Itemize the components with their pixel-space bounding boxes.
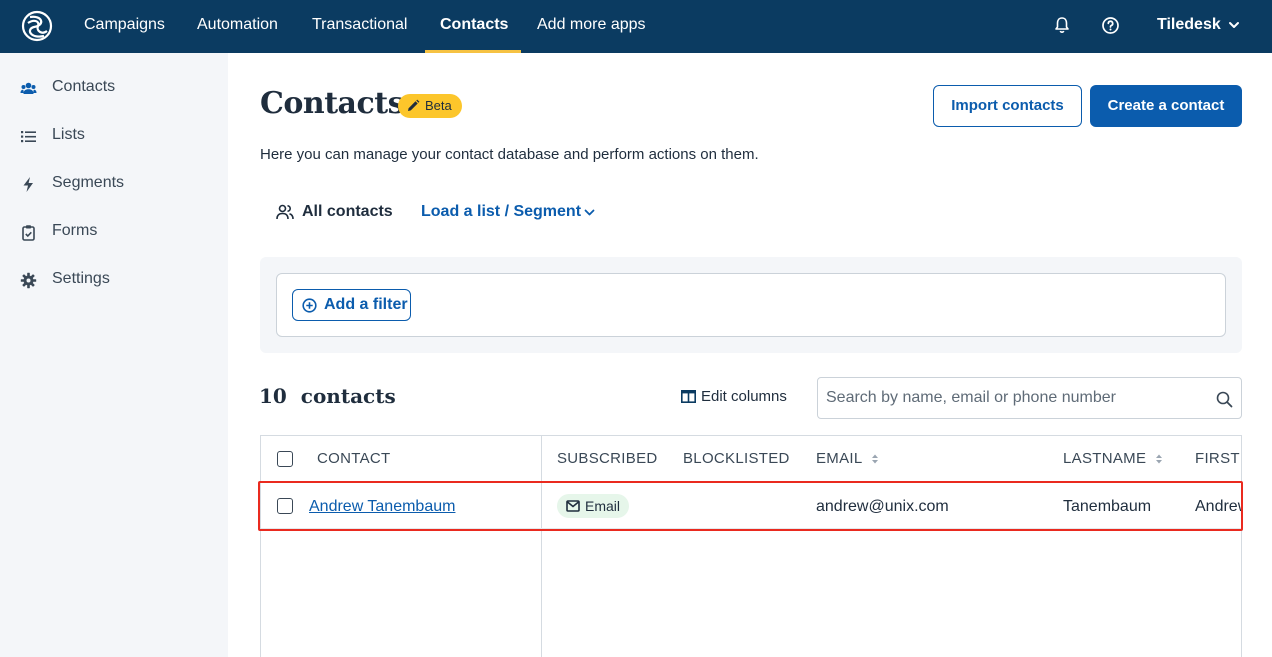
row-checkbox[interactable] (277, 498, 293, 514)
envelope-icon (566, 500, 580, 512)
sort-icon[interactable] (1155, 453, 1163, 465)
firstname-cell: Andrew (1195, 498, 1241, 515)
sort-icon[interactable] (871, 453, 879, 465)
column-header-contact[interactable]: CONTACT (317, 450, 390, 467)
users-icon (20, 82, 37, 94)
sidebar-item-label: Lists (52, 126, 85, 143)
help-icon[interactable] (1101, 16, 1120, 35)
users-outline-icon (276, 204, 294, 220)
search-icon[interactable] (1216, 391, 1233, 408)
account-menu[interactable]: Tiledesk (1157, 0, 1221, 53)
column-header-subscribed[interactable]: SUBSCRIBED (557, 450, 658, 467)
table-header-row: CONTACT SUBSCRIBED BLOCKLISTED EMAIL LAS… (261, 436, 1241, 482)
add-filter-label: Add a filter (324, 296, 408, 313)
subscribed-email-badge: Email (557, 494, 629, 518)
lastname-cell: Tanembaum (1063, 498, 1152, 515)
chevron-down-icon[interactable] (1227, 18, 1241, 32)
clipboard-icon (22, 225, 35, 241)
brand-logo-icon[interactable] (20, 9, 54, 43)
bell-icon[interactable] (1053, 16, 1071, 34)
nav-transactional[interactable]: Transactional (312, 0, 407, 53)
contacts-count-number: 10 (259, 384, 287, 408)
page-subtitle: Here you can manage your contact databas… (260, 146, 759, 163)
sidebar: Contacts Lists Segments Forms Settings (0, 53, 228, 657)
contact-name-link[interactable]: Andrew Tanembaum (309, 498, 455, 516)
beta-badge: Beta (398, 94, 462, 118)
all-contacts-label: All contacts (302, 203, 393, 220)
nav-automation[interactable]: Automation (197, 0, 278, 53)
table-row[interactable]: Andrew Tanembaum Email andrew@unix.com T… (261, 483, 1241, 529)
sidebar-item-segments[interactable]: Segments (0, 164, 228, 204)
top-navigation: Campaigns Automation Transactional Conta… (0, 0, 1272, 53)
search-box (817, 377, 1242, 419)
sidebar-item-label: Contacts (52, 78, 116, 95)
contacts-count: 10 contacts (259, 384, 396, 408)
filter-panel: Add a filter (260, 257, 1242, 353)
column-header-lastname[interactable]: LASTNAME (1063, 450, 1146, 467)
email-cell: andrew@unix.com (816, 498, 949, 515)
filter-box: Add a filter (276, 273, 1226, 337)
load-list-segment-dropdown[interactable]: Load a list / Segment (421, 203, 581, 221)
active-nav-indicator (425, 50, 521, 53)
sidebar-item-forms[interactable]: Forms (0, 212, 228, 252)
nav-campaigns[interactable]: Campaigns (84, 0, 165, 53)
nav-add-more-apps[interactable]: Add more apps (537, 0, 646, 53)
search-input[interactable] (826, 387, 1196, 409)
create-contact-button[interactable]: Create a contact (1090, 85, 1242, 127)
edit-columns-label: Edit columns (701, 388, 787, 405)
chevron-down-icon[interactable] (583, 206, 596, 219)
sidebar-item-label: Segments (52, 174, 125, 191)
sidebar-item-contacts[interactable]: Contacts (0, 68, 228, 108)
select-all-checkbox[interactable] (277, 451, 293, 467)
columns-icon (681, 390, 696, 403)
subscribed-email-label: Email (585, 498, 621, 514)
beta-badge-label: Beta (425, 98, 452, 113)
lightning-icon (23, 177, 33, 192)
contacts-count-label: contacts (300, 384, 396, 408)
sidebar-item-settings[interactable]: Settings (0, 260, 228, 300)
column-header-firstname[interactable]: FIRSTNAME (1195, 450, 1241, 467)
contacts-table: CONTACT SUBSCRIBED BLOCKLISTED EMAIL LAS… (260, 435, 1242, 657)
sidebar-item-lists[interactable]: Lists (0, 116, 228, 156)
sidebar-item-label: Forms (52, 222, 98, 239)
import-contacts-button[interactable]: Import contacts (933, 85, 1082, 127)
plus-circle-icon (302, 298, 317, 313)
gear-icon (20, 272, 37, 289)
column-header-blocklisted[interactable]: BLOCKLISTED (683, 450, 790, 467)
pencil-icon (408, 99, 420, 111)
page-title: Contacts (260, 86, 405, 121)
sidebar-item-label: Settings (52, 270, 110, 287)
column-header-email[interactable]: EMAIL (816, 450, 863, 467)
nav-contacts[interactable]: Contacts (440, 0, 508, 53)
add-filter-button[interactable]: Add a filter (292, 289, 411, 321)
list-icon (21, 131, 36, 143)
